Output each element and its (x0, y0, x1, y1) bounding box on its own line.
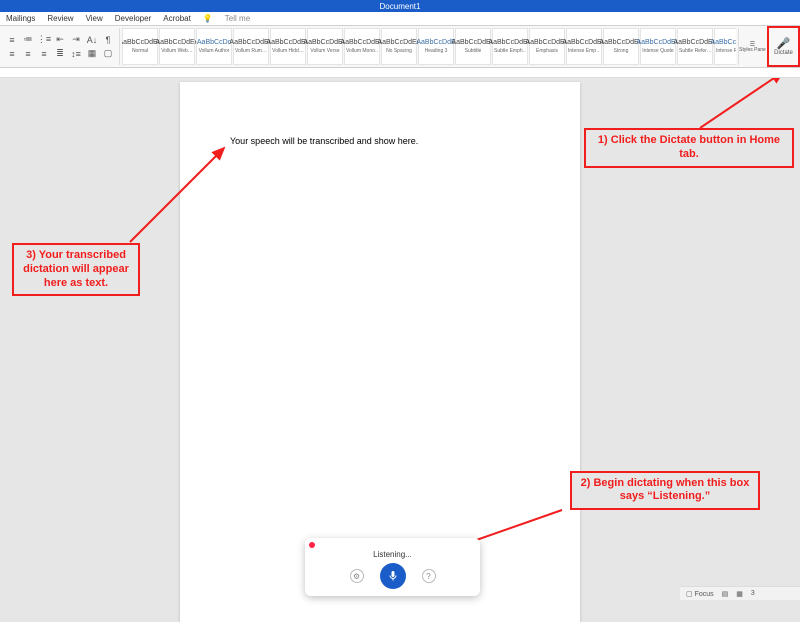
ribbon: ≡ ≔ ⋮≡ ⇤ ⇥ A↓ ¶ ≡ ≡ ≡ ≣ ↕≡ ▦ ▢ AaBbCcDdE… (0, 26, 800, 68)
style-name: No Spacing (383, 48, 415, 54)
style-no-spacing[interactable]: AaBbCcDdEeNo Spacing (381, 28, 417, 65)
multilevel-icon[interactable]: ⋮≡ (38, 34, 50, 46)
tab-mailings[interactable]: Mailings (6, 14, 35, 23)
recording-indicator-icon (309, 542, 315, 548)
page-indicator: 3 (751, 590, 755, 597)
annotation-callout-3: 3) Your transcribed dictation will appea… (12, 243, 140, 296)
dictation-toolbar: Listening... ⚙ ? (305, 538, 480, 596)
dictation-mic-button[interactable] (380, 563, 406, 589)
document-title: Document1 (380, 2, 421, 11)
lightbulb-icon: 💡 (203, 14, 213, 23)
style-sample: AaBbCcDdEe (155, 39, 198, 46)
style-name: Intense Refer… (716, 48, 736, 54)
style-name: Vollum Mono… (346, 48, 378, 54)
style-name: Intense Emp… (568, 48, 600, 54)
style-name: Heading 3 (420, 48, 452, 54)
style-vollum-author[interactable]: AaBbCcDc Vollum Author (196, 28, 232, 65)
indent-left-icon[interactable]: ⇤ (54, 34, 66, 46)
style-vollum-rum-[interactable]: AaBbCcDdEeVollum Rum… (233, 28, 269, 65)
annotation-callout-2: 2) Begin dictating when this box says “L… (570, 471, 760, 511)
tab-view[interactable]: View (86, 14, 103, 23)
line-spacing-icon[interactable]: ↕≡ (70, 48, 82, 60)
style-vollum-verse[interactable]: AaBbCcDdEeVollum Verse (307, 28, 343, 65)
style-name: Vollum Rum… (235, 48, 267, 54)
tell-me-search[interactable]: Tell me (225, 14, 250, 23)
style-subtle-refer-[interactable]: AaBbCcDdEeSubtle Refer… (677, 28, 713, 65)
dictation-help-button[interactable]: ? (422, 569, 436, 583)
view-web-icon[interactable]: ▦ (736, 590, 743, 598)
style-intense-emp-[interactable]: AaBbCcDdEeIntense Emp… (566, 28, 602, 65)
align-center-icon[interactable]: ≡ (22, 48, 34, 60)
focus-mode-button[interactable]: ▢ Focus (686, 590, 714, 598)
style-sample: AaBbCcDdEe (710, 39, 736, 46)
style-name: Vollum Web… (161, 48, 193, 54)
style-name: Normal (124, 48, 156, 54)
style-intense-refer-[interactable]: AaBbCcDdEeIntense Refer… (714, 28, 736, 65)
dictation-settings-button[interactable]: ⚙ (350, 569, 364, 583)
microphone-icon (387, 570, 399, 582)
paragraph-group: ≡ ≔ ⋮≡ ⇤ ⇥ A↓ ¶ ≡ ≡ ≡ ≣ ↕≡ ▦ ▢ (2, 28, 120, 65)
title-bar: Document1 (0, 0, 800, 12)
style-intense-quote[interactable]: AaBbCcDdEeIntense Quote (640, 28, 676, 65)
style-vollum-hidd-[interactable]: AaBbCcDdEeVollum Hidd… (270, 28, 306, 65)
align-right-icon[interactable]: ≡ (38, 48, 50, 60)
view-print-icon[interactable]: ▤ (722, 590, 729, 598)
style-name: Vollum Author (198, 48, 230, 54)
tab-review[interactable]: Review (47, 14, 73, 23)
dictate-button[interactable]: 🎤 Dictate (768, 28, 798, 65)
justify-icon[interactable]: ≣ (54, 48, 66, 60)
numbering-icon[interactable]: ≔ (22, 34, 34, 46)
dictation-status: Listening... (373, 550, 412, 559)
style-name: Strong (605, 48, 637, 54)
style-sample: AaBbCcDdE (416, 39, 455, 46)
style-emphasis[interactable]: AaBbCcDdEeEmphasis (529, 28, 565, 65)
style-name: Subtle Emph… (494, 48, 526, 54)
style-name: Vollum Verse (309, 48, 341, 54)
styles-pane-label: Styles Pane (739, 48, 766, 53)
styles-gallery: AaBbCcDdEeNormalAaBbCcDdEeVollum Web…AaB… (122, 28, 736, 65)
style-normal[interactable]: AaBbCcDdEeNormal (122, 28, 158, 65)
style-name: Intense Quote (642, 48, 674, 54)
borders-icon[interactable]: ▢ (102, 48, 114, 60)
bullets-icon[interactable]: ≡ (6, 34, 18, 46)
style-subtle-emph-[interactable]: AaBbCcDdEeSubtle Emph… (492, 28, 528, 65)
document-body-text[interactable]: Your speech will be transcribed and show… (230, 136, 418, 146)
styles-pane-button[interactable]: ☰ Styles Pane (738, 28, 766, 65)
style-heading-3[interactable]: AaBbCcDdE Heading 3 (418, 28, 454, 65)
ruler[interactable] (0, 68, 800, 78)
style-name: Vollum Hidd… (272, 48, 304, 54)
style-vollum-web-[interactable]: AaBbCcDdEeVollum Web… (159, 28, 195, 65)
tab-acrobat[interactable]: Acrobat (163, 14, 191, 23)
style-strong[interactable]: AaBbCcDdEeStrong (603, 28, 639, 65)
style-sample: AaBbCcDdEe (377, 39, 420, 46)
style-name: Subtle Refer… (679, 48, 711, 54)
document-area: Your speech will be transcribed and show… (0, 78, 800, 600)
pilcrow-icon[interactable]: ¶ (102, 34, 114, 46)
style-name: Emphasis (531, 48, 563, 54)
sort-icon[interactable]: A↓ (86, 34, 98, 46)
microphone-icon: 🎤 (777, 37, 791, 50)
style-name: Subtitle (457, 48, 489, 54)
annotation-callout-1: 1) Click the Dictate button in Home tab. (584, 128, 794, 168)
tab-developer[interactable]: Developer (115, 14, 151, 23)
style-sample: AaBbCcDc (197, 39, 231, 46)
dictate-label: Dictate (774, 50, 793, 56)
indent-right-icon[interactable]: ⇥ (70, 34, 82, 46)
shading-icon[interactable]: ▦ (86, 48, 98, 60)
ribbon-tabs: Mailings Review View Developer Acrobat 💡… (0, 12, 800, 26)
status-bar: ▢ Focus ▤ ▦ 3 (680, 586, 800, 600)
align-left-icon[interactable]: ≡ (6, 48, 18, 60)
style-subtitle[interactable]: AaBbCcDdEeSubtitle (455, 28, 491, 65)
style-vollum-mono-[interactable]: AaBbCcDdEeVollum Mono… (344, 28, 380, 65)
